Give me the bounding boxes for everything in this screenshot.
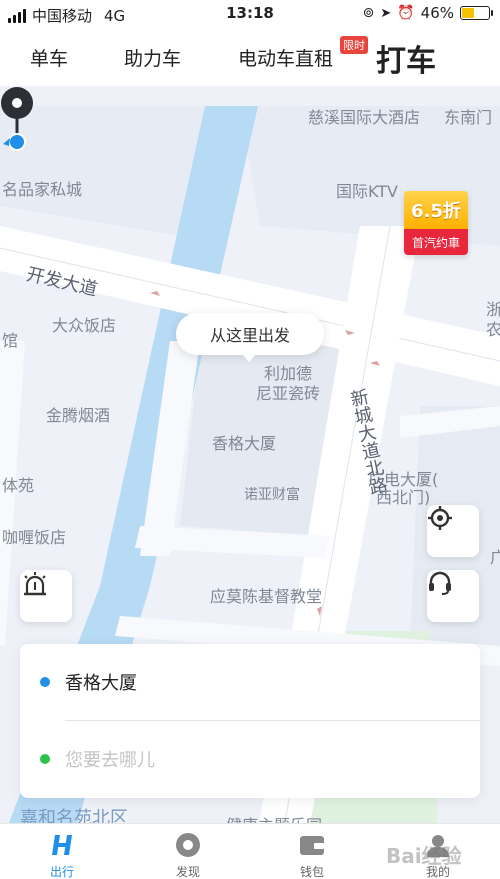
- map-label: 尼亚瓷砖: [256, 384, 321, 403]
- bottom-nav: 出行 发现 钱包 我的 Bai经验: [0, 823, 500, 879]
- map-label: 慈溪国际大酒店: [308, 108, 421, 127]
- nav-discover-label: 发现: [175, 865, 200, 879]
- map-label: 国际KTV: [336, 182, 398, 201]
- start-here-tooltip[interactable]: 从这里出发: [176, 313, 324, 362]
- origin-row[interactable]: 香格大厦: [20, 644, 480, 720]
- nav-profile-label: 我的: [425, 865, 450, 879]
- battery-percent: 46%: [420, 4, 454, 22]
- status-bar: 中国移动 4G 13:18 ⊚ ➤ ⏰ 46%: [0, 0, 500, 28]
- customer-service-button[interactable]: [427, 570, 479, 622]
- destination-dot: [40, 754, 50, 764]
- map-label: 大众饭店: [52, 316, 117, 335]
- headset-icon: [429, 571, 451, 595]
- tab-taxi[interactable]: 打车: [376, 36, 436, 80]
- top-tabs: 单车 助力车 电动车直租 限时 打车: [0, 28, 500, 86]
- rotation-lock-icon: ⊚: [362, 5, 375, 21]
- alarm-siren-icon: [24, 572, 46, 596]
- ride-icon: [52, 835, 72, 855]
- map-label: 广: [490, 548, 500, 567]
- nav-ride-label: 出行: [49, 865, 74, 879]
- map-label: 体苑: [2, 476, 35, 495]
- map-label: 咖喱饭店: [2, 528, 67, 547]
- map-label: 应莫陈基督教堂: [210, 587, 323, 606]
- limited-badge: 限时: [340, 36, 368, 54]
- map-label: 金腾烟酒: [46, 406, 111, 425]
- nav-ride[interactable]: 出行: [22, 830, 102, 879]
- nav-profile[interactable]: 我的: [398, 830, 478, 879]
- nav-wallet[interactable]: 钱包: [272, 830, 352, 879]
- profile-icon: [427, 835, 449, 857]
- map-label: 农: [486, 320, 500, 339]
- location-arrow-icon: ➤: [380, 5, 392, 21]
- discover-icon: [176, 833, 200, 857]
- emergency-button[interactable]: [20, 570, 72, 622]
- battery-icon: [460, 6, 493, 20]
- origin-dot: [40, 677, 50, 687]
- tab-bike[interactable]: 单车: [30, 44, 68, 71]
- alarm-icon: ⏰: [397, 5, 415, 21]
- map-label: 香格大厦: [212, 434, 277, 453]
- map-label: 名品家私城: [2, 180, 83, 199]
- promo-discount: 6.5折: [404, 191, 468, 229]
- destination-row[interactable]: 您要去哪儿: [20, 721, 480, 797]
- location-pin-icon: [1, 87, 33, 151]
- destination-input[interactable]: 您要去哪儿: [65, 746, 155, 772]
- map-label: 东南门: [444, 108, 493, 127]
- wallet-icon: [300, 836, 324, 855]
- promo-banner[interactable]: 6.5折 首汽约車: [404, 191, 468, 255]
- map-label: 西北门): [376, 488, 431, 507]
- nav-discover[interactable]: 发现: [148, 830, 228, 879]
- route-card: 香格大厦 您要去哪儿: [20, 644, 480, 798]
- nav-wallet-label: 钱包: [299, 865, 324, 879]
- tab-electric-rent[interactable]: 电动车直租: [238, 44, 333, 71]
- locate-button[interactable]: [427, 505, 479, 557]
- map-label: 诺亚财富: [244, 487, 300, 503]
- promo-text: 首汽约車: [404, 229, 468, 255]
- origin-text: 香格大厦: [65, 673, 137, 694]
- tab-ebike[interactable]: 助力车: [124, 44, 181, 71]
- locate-icon: [428, 506, 452, 530]
- map-label: 馆: [2, 331, 19, 350]
